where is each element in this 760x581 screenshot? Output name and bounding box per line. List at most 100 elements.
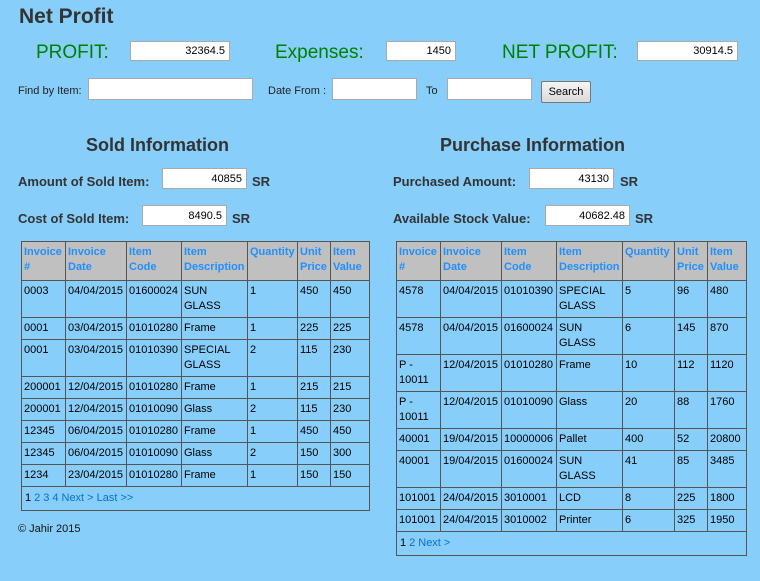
item-code-cell: 01010390 bbox=[501, 280, 557, 318]
column-header-quantity[interactable]: Quantity bbox=[247, 241, 298, 281]
item-description-cell: Pallet bbox=[556, 428, 623, 451]
quantity-cell: 5 bbox=[622, 280, 675, 318]
item-description-cell: Frame bbox=[181, 464, 248, 487]
item-code-cell: 01010280 bbox=[126, 317, 182, 340]
pager-page-4[interactable]: 4 bbox=[52, 492, 58, 504]
column-header-invoice-date[interactable]: Invoice Date bbox=[65, 241, 127, 281]
unit-price-cell: 325 bbox=[674, 509, 708, 532]
invoice-cell: P - 10011 bbox=[396, 391, 441, 429]
invoice-cell: 4578 bbox=[396, 317, 441, 355]
date-to-label: To bbox=[426, 85, 438, 97]
column-header-item-value[interactable]: Item Value bbox=[330, 241, 370, 281]
column-header-item-code[interactable]: Item Code bbox=[501, 241, 557, 281]
item-code-cell: 01600024 bbox=[501, 450, 557, 488]
invoice-date-cell: 04/04/2015 bbox=[65, 280, 127, 318]
sold-cost-label: Cost of Sold Item: bbox=[18, 211, 130, 226]
sold-amount-field[interactable] bbox=[162, 168, 247, 189]
unit-price-cell: 215 bbox=[297, 376, 331, 399]
purchased-amount-label: Purchased Amount: bbox=[393, 174, 517, 189]
column-header-item-code[interactable]: Item Code bbox=[126, 241, 182, 281]
find-by-item-input[interactable] bbox=[88, 78, 253, 100]
pager-page-3[interactable]: 3 bbox=[43, 492, 49, 504]
unit-price-cell: 145 bbox=[674, 317, 708, 355]
column-header-invoice[interactable]: Invoice # bbox=[21, 241, 66, 281]
unit-price-cell: 52 bbox=[674, 428, 708, 451]
pager-page-2[interactable]: 2 bbox=[34, 492, 40, 504]
item-value-cell: 150 bbox=[330, 464, 370, 487]
invoice-cell: 200001 bbox=[21, 398, 66, 421]
invoice-cell: 40001 bbox=[396, 450, 441, 488]
pager-current-page: 1 bbox=[400, 537, 407, 549]
item-code-cell: 01010280 bbox=[126, 376, 182, 399]
quantity-cell: 10 bbox=[622, 354, 675, 392]
item-value-cell: 230 bbox=[330, 339, 370, 377]
pager-next-link[interactable]: Next > bbox=[418, 537, 450, 549]
table-row: P - 10011 12/04/2015 01010090 Glass 20 88 1760 bbox=[396, 391, 747, 429]
item-code-cell: 01010090 bbox=[126, 398, 182, 421]
expenses-label: Expenses: bbox=[275, 42, 364, 63]
table-row: P - 10011 12/04/2015 01010280 Frame 10 112 112… bbox=[396, 354, 747, 392]
item-code-cell: 01010280 bbox=[501, 354, 557, 392]
item-value-cell: 450 bbox=[330, 420, 370, 443]
purchased-amount-currency: SR bbox=[620, 174, 639, 189]
quantity-cell: 41 bbox=[622, 450, 675, 488]
purchased-amount-field[interactable] bbox=[529, 168, 614, 189]
unit-price-cell: 96 bbox=[674, 280, 708, 318]
sold-amount-label: Amount of Sold Item: bbox=[18, 174, 150, 189]
purchase-section-title: Purchase Information bbox=[440, 135, 626, 155]
quantity-cell: 20 bbox=[622, 391, 675, 429]
stock-value-field[interactable] bbox=[545, 205, 630, 226]
column-header-item-value[interactable]: Item Value bbox=[707, 241, 747, 281]
footer-copyright: © Jahir 2015 bbox=[18, 523, 81, 535]
item-value-cell: 480 bbox=[707, 280, 747, 318]
net-profit-label: NET PROFIT: bbox=[502, 42, 618, 63]
profit-field[interactable] bbox=[130, 41, 230, 61]
invoice-cell: 200001 bbox=[21, 376, 66, 399]
item-description-cell: Frame bbox=[181, 317, 248, 340]
column-header-item-description[interactable]: Item Description bbox=[181, 241, 248, 281]
sold-table-header: Invoice # Invoice Date Item Code Item De… bbox=[21, 241, 370, 281]
item-description-cell: SPECIAL GLASS bbox=[181, 339, 248, 377]
column-header-unit-price[interactable]: Unit Price bbox=[297, 241, 331, 281]
date-to-input[interactable] bbox=[447, 78, 532, 100]
column-header-unit-price[interactable]: Unit Price bbox=[674, 241, 708, 281]
sold-cost-field[interactable] bbox=[142, 205, 227, 226]
pager-next-link[interactable]: Next > bbox=[62, 492, 94, 504]
table-row: 0001 03/04/2015 01010280 Frame 1 225 225 bbox=[21, 317, 370, 340]
page-title: Net Profit bbox=[19, 5, 114, 28]
sold-pager: 1 2 3 4 Next > Last >> bbox=[21, 486, 370, 511]
item-value-cell: 1800 bbox=[707, 487, 747, 510]
table-row: 0001 03/04/2015 01010390 SPECIAL GLASS 2 115 2… bbox=[21, 339, 370, 377]
invoice-cell: 0001 bbox=[21, 317, 66, 340]
unit-price-cell: 85 bbox=[674, 450, 708, 488]
quantity-cell: 400 bbox=[622, 428, 675, 451]
column-header-invoice[interactable]: Invoice # bbox=[396, 241, 441, 281]
unit-price-cell: 115 bbox=[297, 398, 331, 421]
column-header-quantity[interactable]: Quantity bbox=[622, 241, 675, 281]
item-code-cell: 01600024 bbox=[126, 280, 182, 318]
table-row: 12345 06/04/2015 01010280 Frame 1 450 450 bbox=[21, 420, 370, 443]
column-header-item-description[interactable]: Item Description bbox=[556, 241, 623, 281]
pager-last-link[interactable]: Last >> bbox=[97, 492, 134, 504]
unit-price-cell: 115 bbox=[297, 339, 331, 377]
stock-value-currency: SR bbox=[635, 211, 654, 226]
invoice-date-cell: 12/04/2015 bbox=[65, 398, 127, 421]
unit-price-cell: 112 bbox=[674, 354, 708, 392]
pager-page-2[interactable]: 2 bbox=[409, 537, 415, 549]
invoice-date-cell: 04/04/2015 bbox=[440, 317, 502, 355]
item-description-cell: SUN GLASS bbox=[181, 280, 248, 318]
sold-table: Invoice # Invoice Date Item Code Item De… bbox=[21, 241, 370, 511]
expenses-field[interactable] bbox=[386, 41, 456, 61]
column-header-invoice-date[interactable]: Invoice Date bbox=[440, 241, 502, 281]
sold-amount-currency: SR bbox=[252, 174, 271, 189]
search-button[interactable]: Search bbox=[541, 81, 591, 103]
item-value-cell: 300 bbox=[330, 442, 370, 465]
table-row: 1234 23/04/2015 01010280 Frame 1 150 150 bbox=[21, 464, 370, 487]
item-value-cell: 1950 bbox=[707, 509, 747, 532]
net-profit-field[interactable] bbox=[637, 41, 738, 61]
date-from-input[interactable] bbox=[332, 78, 417, 100]
invoice-cell: 12345 bbox=[21, 420, 66, 443]
item-description-cell: Printer bbox=[556, 509, 623, 532]
sold-section-title: Sold Information bbox=[86, 135, 229, 155]
purchase-table-header: Invoice # Invoice Date Item Code Item De… bbox=[396, 241, 747, 281]
